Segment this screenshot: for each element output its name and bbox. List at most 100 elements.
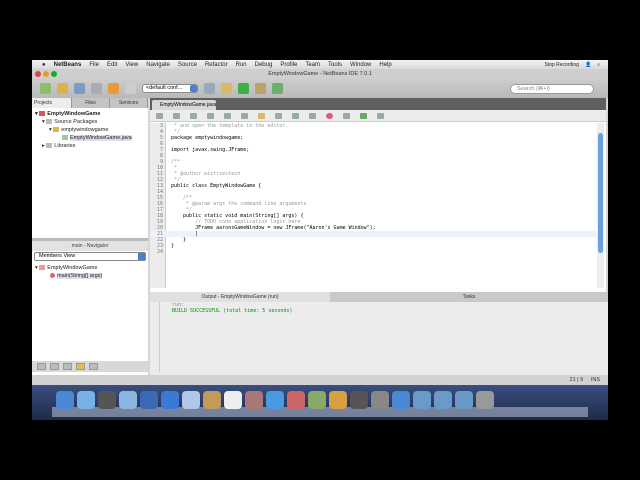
method-icon [50,273,55,279]
find-icon[interactable] [207,112,214,119]
mail-icon[interactable] [119,391,137,409]
menu-run[interactable]: Run [236,62,247,68]
photo-booth-icon[interactable] [245,391,263,409]
uncomment-icon[interactable] [377,112,384,119]
menu-edit[interactable]: Edit [107,62,117,68]
editor-scrollbar[interactable] [597,123,604,288]
filter-icon[interactable] [63,363,72,370]
user-icon[interactable]: 👤 [585,62,591,68]
main-toolbar: <default conf... Search (⌘+I) [32,79,608,98]
save-all-icon[interactable] [91,83,102,94]
insert-mode: INS [590,377,600,383]
documents-folder-icon[interactable] [434,391,452,409]
comment-icon[interactable] [360,112,367,119]
code-editor[interactable]: 3 * and open the template in the editor.… [150,123,596,288]
navigator-title: main - Navigator [32,241,148,251]
address-book-icon[interactable] [182,391,200,409]
tree-project[interactable]: ▾ EmptyWindowGame [32,110,148,118]
new-file-icon[interactable] [40,83,51,94]
zoom-window-button[interactable] [51,71,57,77]
search-input[interactable]: Search (⌘+I) [510,84,594,94]
tasks-tab[interactable]: Tasks [330,292,608,302]
clean-build-icon[interactable] [221,83,232,94]
shift-right-icon[interactable] [309,112,316,119]
menu-profile[interactable]: Profile [280,62,297,68]
filter-icon[interactable] [76,363,85,370]
output-console[interactable]: run: BUILD SUCCESSFUL (total time: 5 sec… [159,302,608,372]
iphoto-icon[interactable] [287,391,305,409]
new-project-icon[interactable] [57,83,68,94]
tab-projects[interactable]: Projects [32,98,72,108]
itunes-icon[interactable] [266,391,284,409]
debug-icon[interactable] [255,83,266,94]
members-view-select[interactable]: Members View [34,252,146,261]
source-icon[interactable] [156,112,163,119]
stop-recording[interactable]: Stop Recording [544,62,578,68]
close-window-button[interactable] [35,71,41,77]
contacts-icon[interactable] [203,391,221,409]
filter-icon[interactable] [37,363,46,370]
nav-method-main[interactable]: main(String[] args) [32,272,148,280]
apple-icon[interactable]: ● [42,62,46,68]
build-icon[interactable] [204,83,215,94]
shift-left-icon[interactable] [292,112,299,119]
menu-file[interactable]: File [89,62,99,68]
find-prev-icon[interactable] [224,112,231,119]
menu-view[interactable]: View [125,62,138,68]
tab-services[interactable]: Services [110,98,148,108]
minimize-window-button[interactable] [43,71,49,77]
output-panel: Output - EmptyWindowGame (run) Tasks run… [150,292,608,375]
editor-tab[interactable]: EmptyWindowGame.java [152,100,216,110]
bookmark-icon[interactable] [275,112,282,119]
folder-icon [46,119,53,125]
facetime-icon[interactable] [161,391,179,409]
configuration-select[interactable]: <default conf... [142,84,198,93]
finder-icon[interactable] [56,391,74,409]
menu-help[interactable]: Help [379,62,391,68]
utility-icon[interactable] [308,391,326,409]
garageband-icon[interactable] [329,391,347,409]
run-icon[interactable] [238,83,249,94]
forward-icon[interactable] [190,112,197,119]
back-icon[interactable] [173,112,180,119]
open-project-icon[interactable] [74,83,85,94]
tree-source-packages[interactable]: ▾ Source Packages [32,118,148,126]
app-store-icon[interactable] [77,391,95,409]
tab-files[interactable]: Files [72,98,110,108]
profile-icon[interactable] [272,83,283,94]
tree-java-file[interactable]: EmptyWindowGame.java [32,134,148,142]
menu-source[interactable]: Source [178,62,197,68]
tree-package[interactable]: ▾ emptywindowgame [32,126,148,134]
menu-refactor[interactable]: Refactor [205,62,228,68]
toggle-highlight-icon[interactable] [258,112,265,119]
project-icon [39,111,46,117]
record-macro-icon[interactable] [326,112,333,119]
redo-icon[interactable] [125,83,136,94]
safari-icon[interactable] [140,391,158,409]
time-machine-icon[interactable] [350,391,368,409]
netbeans-icon[interactable] [392,391,410,409]
applications-folder-icon[interactable] [413,391,431,409]
menu-app[interactable]: NetBeans [54,62,82,68]
nav-class[interactable]: ▾ EmptyWindowGame [32,264,148,272]
menu-navigate[interactable]: Navigate [146,62,170,68]
tree-label: EmptyWindowGame [47,111,101,117]
trash-icon[interactable] [476,391,494,409]
find-next-icon[interactable] [241,112,248,119]
downloads-folder-icon[interactable] [455,391,473,409]
menu-window[interactable]: Window [350,62,371,68]
calendar-icon[interactable] [224,391,242,409]
filter-icon[interactable] [50,363,59,370]
spotlight-icon[interactable]: ⌕ [597,62,600,68]
menu-team[interactable]: Team [305,62,320,68]
menu-tools[interactable]: Tools [328,62,342,68]
filter-icon[interactable] [89,363,98,370]
stop-macro-icon[interactable] [343,112,350,119]
undo-icon[interactable] [108,83,119,94]
output-tab[interactable]: Output - EmptyWindowGame (run) [150,292,330,302]
menu-debug[interactable]: Debug [255,62,273,68]
system-preferences-icon[interactable] [371,391,389,409]
java-file-icon [62,135,68,141]
tree-libraries[interactable]: ▸ Libraries [32,142,148,150]
dashboard-icon[interactable] [98,391,116,409]
